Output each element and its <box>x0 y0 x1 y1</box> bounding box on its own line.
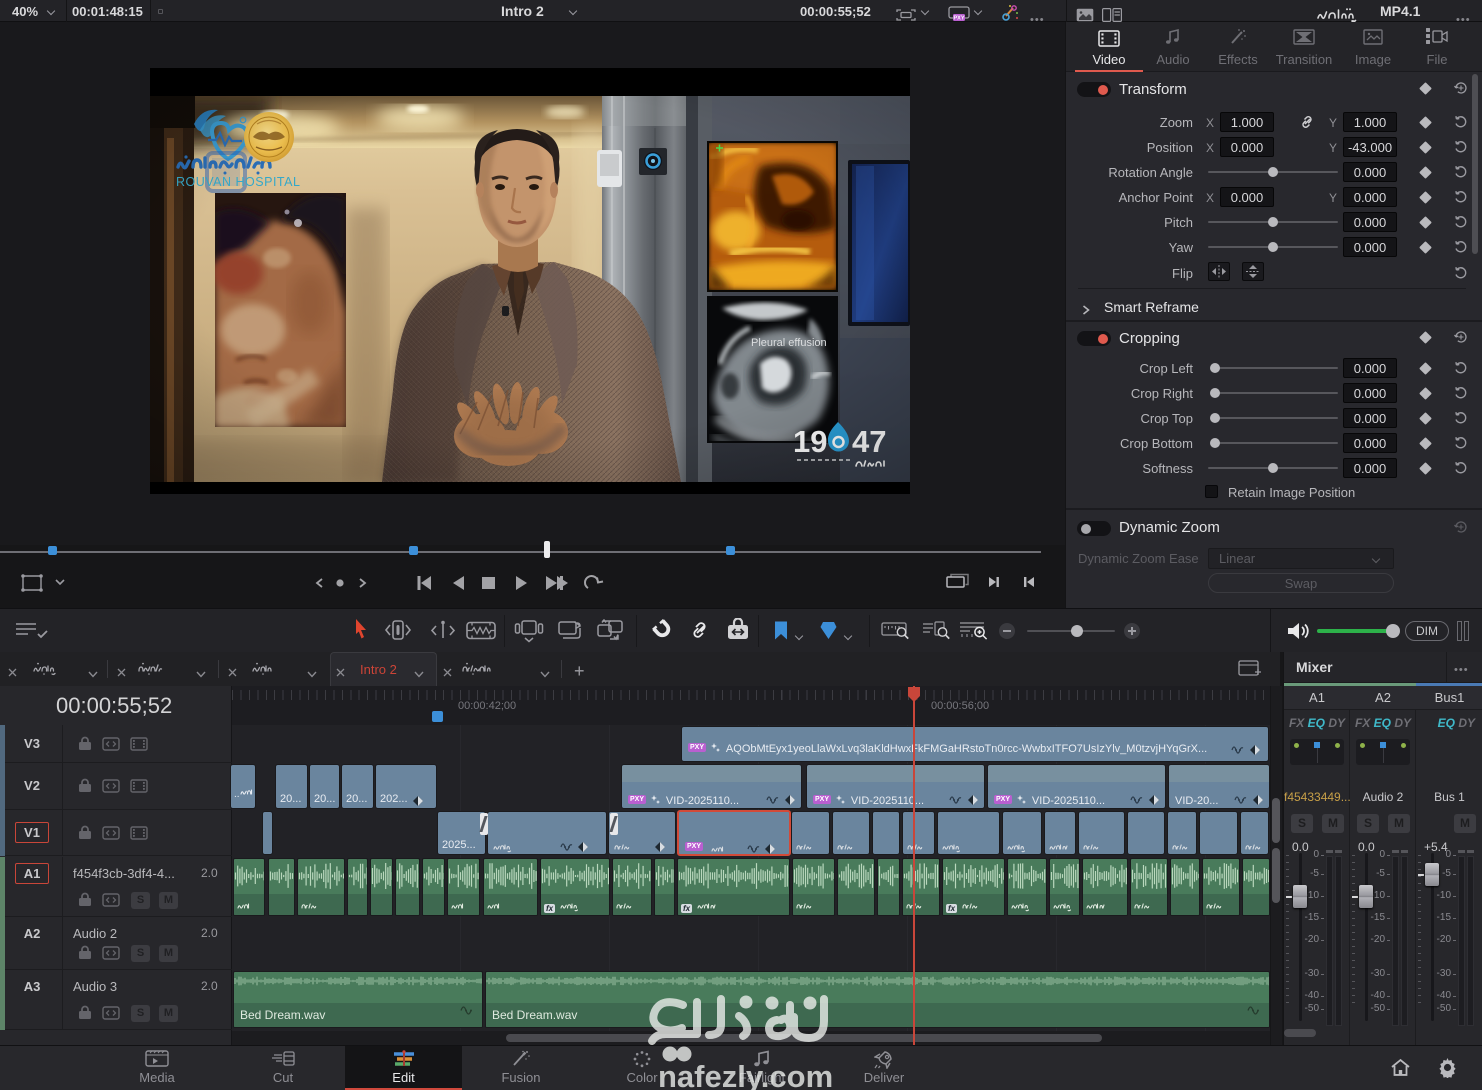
svg-text:PXY: PXY <box>953 16 964 22</box>
